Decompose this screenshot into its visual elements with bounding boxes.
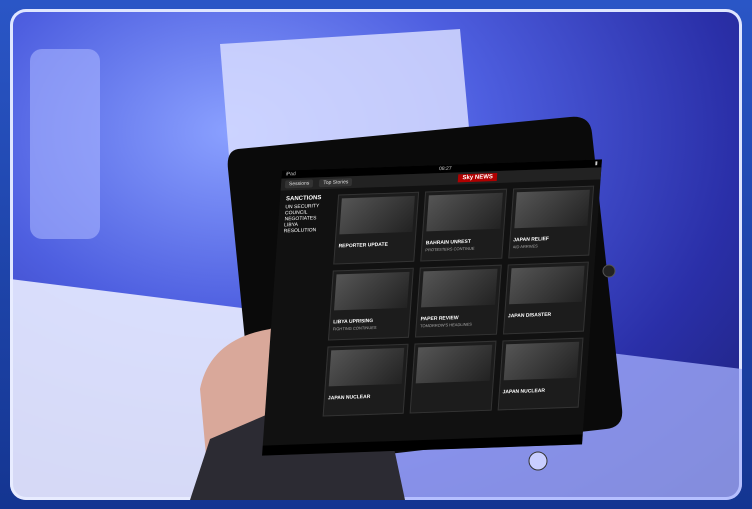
thumbnail [421,268,498,308]
tile-desc: FIGHTING CONTINUES [332,324,377,332]
sky-news-logo: Sky NEWS [458,173,498,183]
tab-sessions[interactable]: Sessions [284,179,314,189]
thumbnail [503,341,580,381]
sidebar-line: RESOLUTION [283,227,317,235]
tile-desc: PROTESTERS CONTINUE [425,245,475,253]
tile-desc [338,248,412,261]
thumbnail [416,344,492,384]
thumbnail [514,189,590,229]
tablet-screen: iPad 08:27 ▮ Sessions Top Stories Sky NE… [262,159,602,456]
status-time: 08:27 [438,165,452,173]
news-tile[interactable]: JAPAN NUCLEAR [322,343,409,417]
tile-desc: TOMORROW'S HEADLINES [419,321,473,329]
news-tile[interactable] [409,340,497,414]
news-tile[interactable]: PAPER REVIEW TOMORROW'S HEADLINES [415,264,502,338]
photo: iPad 08:27 ▮ Sessions Top Stories Sky NE… [10,9,742,500]
tile-desc [507,318,581,331]
tile-desc: AID ARRIVES [512,243,539,250]
tile-desc [327,400,401,413]
battery-icon: ▮ [594,160,598,167]
thumbnail [426,192,503,232]
news-tile[interactable]: BAHRAIN UNREST PROTESTERS CONTINUE [420,188,507,262]
news-tile[interactable]: JAPAN DISASTER [502,261,589,335]
thumbnail [334,271,410,311]
tile-desc [414,397,488,410]
sidebar-title: SANCTIONS [285,195,322,203]
news-tile[interactable]: JAPAN NUCLEAR [497,337,584,411]
thumbnail [508,265,585,305]
news-tile[interactable]: REPORTER UPDATE [333,191,420,265]
news-tile[interactable]: LIBYA UPRISING FIGHTING CONTINUES [327,267,415,341]
news-tile[interactable]: JAPAN RELIEF AID ARRIVES [507,185,595,259]
status-left: iPad [285,171,296,178]
thumbnail [328,347,405,387]
tab-top-stories[interactable]: Top Stories [319,178,353,188]
sidebar-story[interactable]: SANCTIONS UN SECURITY COUNCIL NEGOTIATES… [283,195,331,235]
tile-desc [502,394,576,407]
thumbnail [339,195,416,235]
news-grid: REPORTER UPDATE BAHRAIN UNREST PROTESTER… [316,179,600,422]
